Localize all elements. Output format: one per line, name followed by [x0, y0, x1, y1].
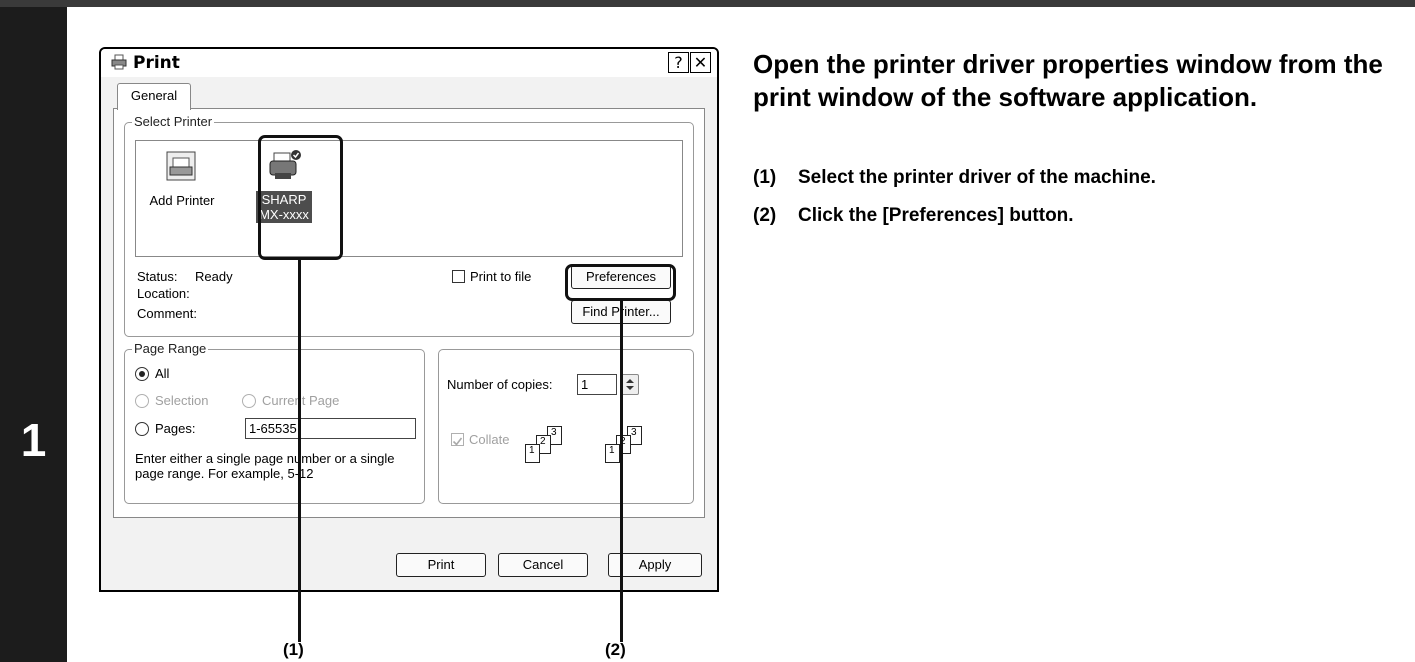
add-printer-label: Add Printer	[149, 193, 215, 208]
callout-line-1	[298, 260, 301, 642]
pages-input[interactable]: 1-65535	[245, 418, 416, 439]
step-2-number: (2)	[753, 205, 777, 226]
comment-label: Comment:	[137, 306, 197, 321]
copies-group: Number of copies: 1 Collate 3 2 1 3 1	[438, 349, 694, 504]
status-label: Status:	[137, 269, 178, 284]
dialog-client-area: General Select Printer Add Printer SHARP…	[101, 77, 717, 590]
copies-spinner[interactable]	[621, 374, 639, 395]
copies-input[interactable]: 1	[577, 374, 617, 395]
step-1-text: Select the printer driver of the machine…	[798, 167, 1156, 188]
pages-label: Pages:	[155, 421, 196, 436]
step-number: 1	[20, 414, 47, 466]
help-button[interactable]: ?	[668, 52, 689, 73]
sheet-1: 1	[605, 444, 620, 463]
print-to-file-checkbox[interactable]	[452, 270, 465, 283]
instruction-step-1: (1) Select the printer driver of the mach…	[753, 167, 1156, 189]
print-button[interactable]: Print	[396, 553, 486, 577]
printer-highlight-box	[258, 135, 343, 260]
step-2-text: Click the [Preferences] button.	[798, 205, 1074, 226]
current-page-radio[interactable]	[242, 394, 256, 408]
print-dialog: Print ? ✕ General Select Printer Add Pri…	[99, 47, 719, 592]
check-icon	[452, 437, 463, 446]
instruction-heading: Open the printer driver properties windo…	[753, 49, 1383, 112]
close-button[interactable]: ✕	[690, 52, 711, 73]
printer-list[interactable]: Add Printer SHARP MX-xxxx	[135, 140, 683, 257]
all-label: All	[155, 366, 170, 381]
selection-radio[interactable]	[135, 394, 149, 408]
tab-general[interactable]: General	[117, 83, 191, 110]
add-printer-icon	[166, 151, 196, 181]
cancel-button[interactable]: Cancel	[498, 553, 588, 577]
selection-label: Selection	[155, 393, 209, 408]
print-to-file-label: Print to file	[470, 269, 532, 284]
status-value: Ready	[195, 269, 233, 284]
general-tab-panel: Select Printer Add Printer SHARP MX-xxxx…	[113, 108, 705, 518]
select-printer-group: Select Printer Add Printer SHARP MX-xxxx…	[124, 114, 694, 337]
spinner-arrows-icon	[626, 379, 634, 390]
page-range-group: Page Range All Selection Current Page Pa…	[124, 341, 425, 504]
title-bar: Print ? ✕	[101, 49, 717, 78]
collate-label: Collate	[469, 432, 510, 447]
page-range-legend: Page Range	[132, 341, 209, 356]
callout-label-2: (2)	[605, 640, 626, 659]
page-range-hint: Enter either a single page number or a s…	[135, 451, 395, 481]
collate-checkbox[interactable]	[451, 433, 464, 446]
step-sidebar: 1	[0, 7, 67, 662]
sheet-1: 1	[525, 444, 540, 463]
instruction-step-2: (2) Click the [Preferences] button.	[753, 205, 1074, 227]
all-radio[interactable]	[135, 367, 149, 381]
printer-icon	[111, 54, 127, 70]
pages-radio[interactable]	[135, 422, 149, 436]
add-printer-item[interactable]: Add Printer	[142, 149, 222, 208]
top-rule	[0, 0, 1415, 7]
collate-illustration-1: 3 2 1	[525, 426, 585, 466]
preferences-highlight-box	[565, 264, 676, 301]
dialog-title: Print	[133, 53, 180, 73]
callout-line-2	[620, 301, 623, 642]
collate-illustration-2: 3 2 1	[605, 426, 665, 466]
location-label: Location:	[137, 286, 190, 301]
step-1-number: (1)	[753, 167, 777, 188]
number-of-copies-label: Number of copies:	[447, 377, 553, 392]
callout-label-1: (1)	[283, 640, 304, 659]
select-printer-legend: Select Printer	[132, 114, 215, 129]
